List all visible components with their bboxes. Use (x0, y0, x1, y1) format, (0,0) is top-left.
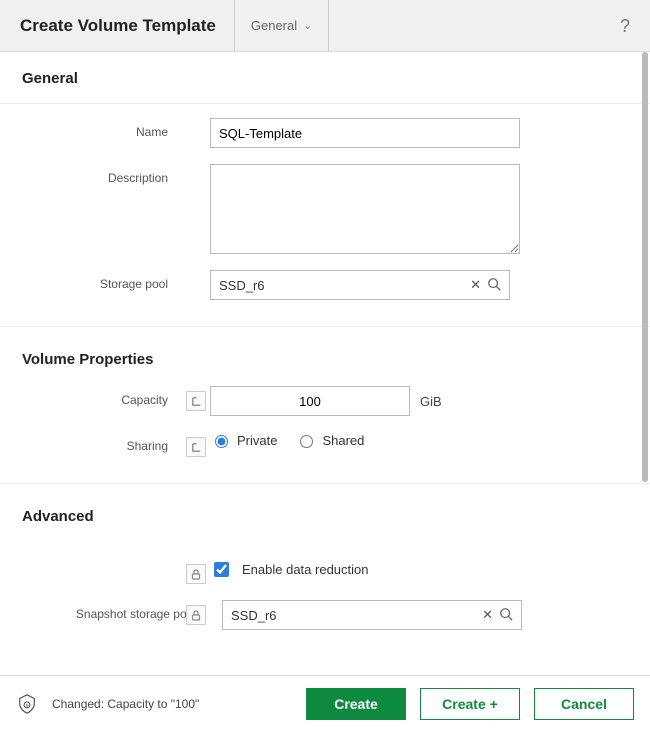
dialog-footer: 5 Changed: Capacity to "100" Create Crea… (0, 675, 650, 731)
data-reduction-checkbox[interactable] (214, 562, 229, 577)
lock-icon[interactable] (186, 564, 206, 584)
search-icon[interactable] (499, 607, 513, 624)
sharing-private-radio[interactable] (215, 435, 228, 448)
sharing-shared-option[interactable]: Shared (295, 432, 364, 448)
divider (0, 103, 650, 104)
name-field[interactable] (210, 118, 520, 148)
section-dropdown-label: General (251, 18, 297, 33)
cancel-button[interactable]: Cancel (534, 688, 634, 720)
clear-icon[interactable]: ✕ (482, 607, 493, 623)
dialog-title: Create Volume Template (20, 16, 234, 36)
data-reduction-label: Enable data reduction (242, 562, 368, 577)
section-dropdown[interactable]: General ⌄ (234, 0, 329, 51)
status-icon: 5 (16, 693, 38, 715)
snapshot-pool-lookup[interactable]: SSD_r6 ✕ (222, 600, 522, 630)
storage-pool-label: Storage pool (22, 270, 182, 291)
chevron-down-icon: ⌄ (303, 19, 312, 32)
form-scroll-area: General Name Description Storage pool SS… (0, 52, 650, 675)
status-text: Changed: Capacity to "100" (52, 697, 292, 711)
storage-pool-lookup[interactable]: SSD_r6 ✕ (210, 270, 510, 300)
lock-icon[interactable] (186, 605, 206, 625)
snapshot-pool-value: SSD_r6 (231, 608, 476, 623)
description-label: Description (22, 164, 182, 185)
clear-icon[interactable]: ✕ (470, 277, 481, 293)
sharing-shared-radio[interactable] (300, 435, 313, 448)
section-advanced-title: Advanced (0, 490, 650, 535)
dialog-header: Create Volume Template General ⌄ ? (0, 0, 650, 52)
sharing-private-option[interactable]: Private (210, 432, 277, 448)
name-label: Name (22, 118, 182, 139)
scrollbar-thumb[interactable] (642, 52, 648, 482)
description-field[interactable] (210, 164, 520, 254)
search-icon[interactable] (487, 277, 501, 294)
create-button[interactable]: Create (306, 688, 406, 720)
divider (0, 326, 650, 327)
sharing-private-label: Private (237, 433, 277, 448)
section-general-title: General (0, 52, 650, 97)
capacity-field[interactable] (210, 386, 410, 416)
create-plus-button[interactable]: Create + (420, 688, 520, 720)
storage-pool-value: SSD_r6 (219, 278, 464, 293)
divider (0, 483, 650, 484)
help-icon[interactable]: ? (620, 16, 630, 37)
sharing-radio-group: Private Shared (210, 432, 364, 448)
capacity-unit: GiB (420, 394, 442, 409)
section-volume-title: Volume Properties (0, 333, 650, 378)
capacity-label: Capacity (22, 386, 182, 407)
inherit-icon[interactable] (186, 391, 206, 411)
sharing-label: Sharing (22, 432, 182, 453)
inherit-icon[interactable] (186, 437, 206, 457)
sharing-shared-label: Shared (322, 433, 364, 448)
